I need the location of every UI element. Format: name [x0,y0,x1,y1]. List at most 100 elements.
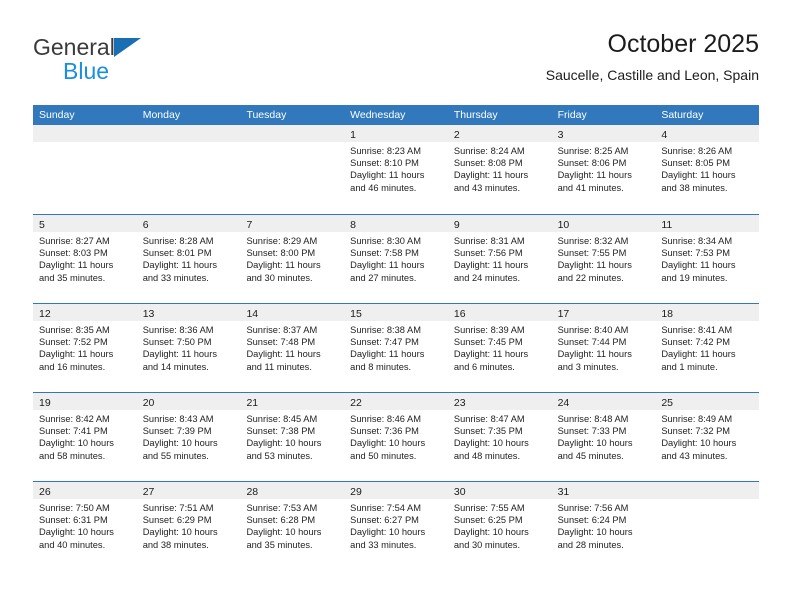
sunrise-text: Sunrise: 8:48 AM [557,414,629,424]
sunset-text: Sunset: 8:06 PM [557,158,627,169]
sunrise-text: Sunrise: 8:40 AM [557,325,629,335]
day-cell-14[interactable]: 14 Sunrise: 8:37 AM Sunset: 7:48 PM Dayligh… [240,304,345,392]
day-number-band: 16 [447,304,552,321]
day-cell-10[interactable]: 10 Sunrise: 8:32 AM Sunset: 7:55 PM Dayligh… [551,215,656,303]
daylight-text: Daylight: 11 hours [39,260,114,271]
day-number: 1 [350,129,356,141]
day-number: 18 [661,308,673,320]
day-cell-23[interactable]: 23 Sunrise: 8:47 AM Sunset: 7:35 PM Dayligh… [447,393,552,481]
day-cell-9[interactable]: 9 Sunrise: 8:31 AM Sunset: 7:56 PM Daylight… [447,215,552,303]
day-cell-29[interactable]: 29 Sunrise: 7:54 AM Sunset: 6:27 PM Dayligh… [344,482,448,570]
sunset-text: Sunset: 8:03 PM [39,248,108,259]
day-cell-24[interactable]: 24 Sunrise: 8:48 AM Sunset: 7:33 PM Dayligh… [551,393,656,481]
day-cell-11[interactable]: 11 Sunrise: 8:34 AM Sunset: 7:53 PM Dayligh… [655,215,760,303]
day-cell-5[interactable]: 5 Sunrise: 8:27 AM Sunset: 8:03 PM Daylight… [33,215,137,303]
day-number: 25 [661,397,673,409]
day-cell-3[interactable]: 3 Sunrise: 8:25 AM Sunset: 8:06 PM Daylight… [551,125,656,214]
day-number: 13 [142,308,155,320]
sunrise-text: Sunrise: 8:26 AM [661,146,733,156]
day-cell-12[interactable]: 12 Sunrise: 8:35 AM Sunset: 7:52 PM Dayligh… [33,304,137,392]
sunset-text: Sunset: 7:52 PM [39,337,108,348]
day-cell-17[interactable]: 17 Sunrise: 8:40 AM Sunset: 7:44 PM Dayligh… [551,304,656,392]
day-cell-21[interactable]: 21 Sunrise: 8:45 AM Sunset: 7:38 PM Dayligh… [240,393,345,481]
page-title: October 2025 [607,30,760,58]
calendar-week-row: 5 Sunrise: 8:27 AM Sunset: 8:03 PM Daylight… [33,214,760,303]
sunrise-text: Sunrise: 8:42 AM [39,414,110,424]
sunset-text: Sunset: 7:58 PM [350,248,419,259]
day-details: Sunrise: 7:50 AM Sunset: 6:31 PM Daylight:… [33,499,137,551]
daylight-text: Daylight: 10 hours [39,438,114,449]
day-cell-28[interactable]: 28 Sunrise: 7:53 AM Sunset: 6:28 PM Dayligh… [240,482,345,570]
day-cell-20[interactable]: 20 Sunrise: 8:43 AM Sunset: 7:39 PM Dayligh… [136,393,241,481]
daylight-text-cont: and 6 minutes. [453,361,515,372]
daylight-text: Daylight: 11 hours [661,349,736,360]
day-number-band: 31 [551,482,656,499]
day-cell-19[interactable]: 19 Sunrise: 8:42 AM Sunset: 7:41 PM Dayligh… [33,393,137,481]
day-number: 28 [246,486,259,498]
daylight-text: Daylight: 10 hours [39,527,114,538]
day-cell-22[interactable]: 22 Sunrise: 8:46 AM Sunset: 7:36 PM Dayligh… [344,393,448,481]
day-number: 29 [350,486,362,498]
weekday-header-wednesday: Wednesday [350,109,406,121]
daylight-text-cont: and 1 minute. [661,361,718,372]
page-subtitle: Saucelle, Castille and Leon, Spain [545,67,759,83]
generalblue-logo[interactable]: General Blue [33,34,233,86]
day-cell-7[interactable]: 7 Sunrise: 8:29 AM Sunset: 8:00 PM Daylight… [240,215,345,303]
day-cell-31[interactable]: 31 Sunrise: 7:56 AM Sunset: 6:24 PM Dayligh… [551,482,656,570]
day-details: Sunrise: 8:47 AM Sunset: 7:35 PM Daylight:… [448,410,552,462]
day-number: 9 [453,219,460,231]
day-number-band: 3 [551,125,656,142]
daylight-text: Daylight: 11 hours [142,260,217,271]
sunset-text: Sunset: 7:47 PM [350,337,419,348]
daylight-text-cont: and 27 minutes. [350,272,417,283]
daylight-text: Daylight: 11 hours [142,349,217,360]
daylight-text: Daylight: 11 hours [453,349,529,360]
sunset-text: Sunset: 7:45 PM [453,337,523,348]
day-cell-18[interactable]: 18 Sunrise: 8:41 AM Sunset: 7:42 PM Dayligh… [655,304,760,392]
day-details: Sunrise: 8:26 AM Sunset: 8:05 PM Daylight:… [655,142,759,194]
day-number: 19 [39,397,51,409]
day-details: Sunrise: 8:24 AM Sunset: 8:08 PM Daylight:… [448,142,552,194]
day-cell-8[interactable]: 8 Sunrise: 8:30 AM Sunset: 7:58 PM Daylight… [344,215,448,303]
day-cell-16[interactable]: 16 Sunrise: 8:39 AM Sunset: 7:45 PM Dayligh… [447,304,552,392]
day-cell-1[interactable]: 1 Sunrise: 8:23 AM Sunset: 8:10 PM Daylight… [344,125,448,214]
day-cell-27[interactable]: 27 Sunrise: 7:51 AM Sunset: 6:29 PM Dayligh… [136,482,241,570]
triangle-icon [113,38,141,57]
day-cell-30[interactable]: 30 Sunrise: 7:55 AM Sunset: 6:25 PM Dayligh… [447,482,552,570]
daylight-text: Daylight: 10 hours [453,527,529,538]
daylight-text: Daylight: 11 hours [661,170,736,181]
sunrise-text: Sunrise: 8:31 AM [453,236,525,246]
day-number-band: 9 [447,215,552,232]
daylight-text-cont: and 40 minutes. [39,539,106,550]
day-number-band [136,125,241,142]
daylight-text: Daylight: 11 hours [557,170,632,181]
day-number-band [655,482,760,499]
sunset-text: Sunset: 7:38 PM [246,426,316,437]
daylight-text: Daylight: 10 hours [453,438,529,449]
sunset-text: Sunset: 7:35 PM [453,426,523,437]
sunrise-text: Sunrise: 8:28 AM [142,236,214,246]
calendar-week-row: 26 Sunrise: 7:50 AM Sunset: 6:31 PM Dayligh… [33,481,760,570]
sunset-text: Sunset: 6:25 PM [453,515,523,526]
day-details: Sunrise: 7:53 AM Sunset: 6:28 PM Daylight:… [240,499,344,551]
day-cell-empty [240,125,345,214]
day-number: 23 [453,397,466,409]
day-cell-26[interactable]: 26 Sunrise: 7:50 AM Sunset: 6:31 PM Dayligh… [33,482,137,570]
sunrise-text: Sunrise: 8:46 AM [350,414,421,424]
day-cell-2[interactable]: 2 Sunrise: 8:24 AM Sunset: 8:08 PM Daylight… [447,125,552,214]
day-cell-4[interactable]: 4 Sunrise: 8:26 AM Sunset: 8:05 PM Daylight… [655,125,760,214]
day-cell-25[interactable]: 25 Sunrise: 8:49 AM Sunset: 7:32 PM Dayligh… [655,393,760,481]
sunrise-text: Sunrise: 8:41 AM [661,325,733,335]
sunrise-text: Sunrise: 8:27 AM [39,236,110,246]
day-cell-15[interactable]: 15 Sunrise: 8:38 AM Sunset: 7:47 PM Dayligh… [344,304,448,392]
day-cell-13[interactable]: 13 Sunrise: 8:36 AM Sunset: 7:50 PM Dayligh… [136,304,241,392]
day-number: 27 [142,486,155,498]
day-number-band: 30 [447,482,552,499]
day-number: 11 [661,219,673,231]
daylight-text-cont: and 53 minutes. [246,450,313,461]
day-number: 8 [350,219,356,231]
day-details: Sunrise: 8:48 AM Sunset: 7:33 PM Daylight:… [552,410,656,462]
day-cell-6[interactable]: 6 Sunrise: 8:28 AM Sunset: 8:01 PM Daylight… [136,215,241,303]
daylight-text: Daylight: 10 hours [350,527,426,538]
day-details: Sunrise: 8:37 AM Sunset: 7:48 PM Daylight:… [240,321,344,373]
